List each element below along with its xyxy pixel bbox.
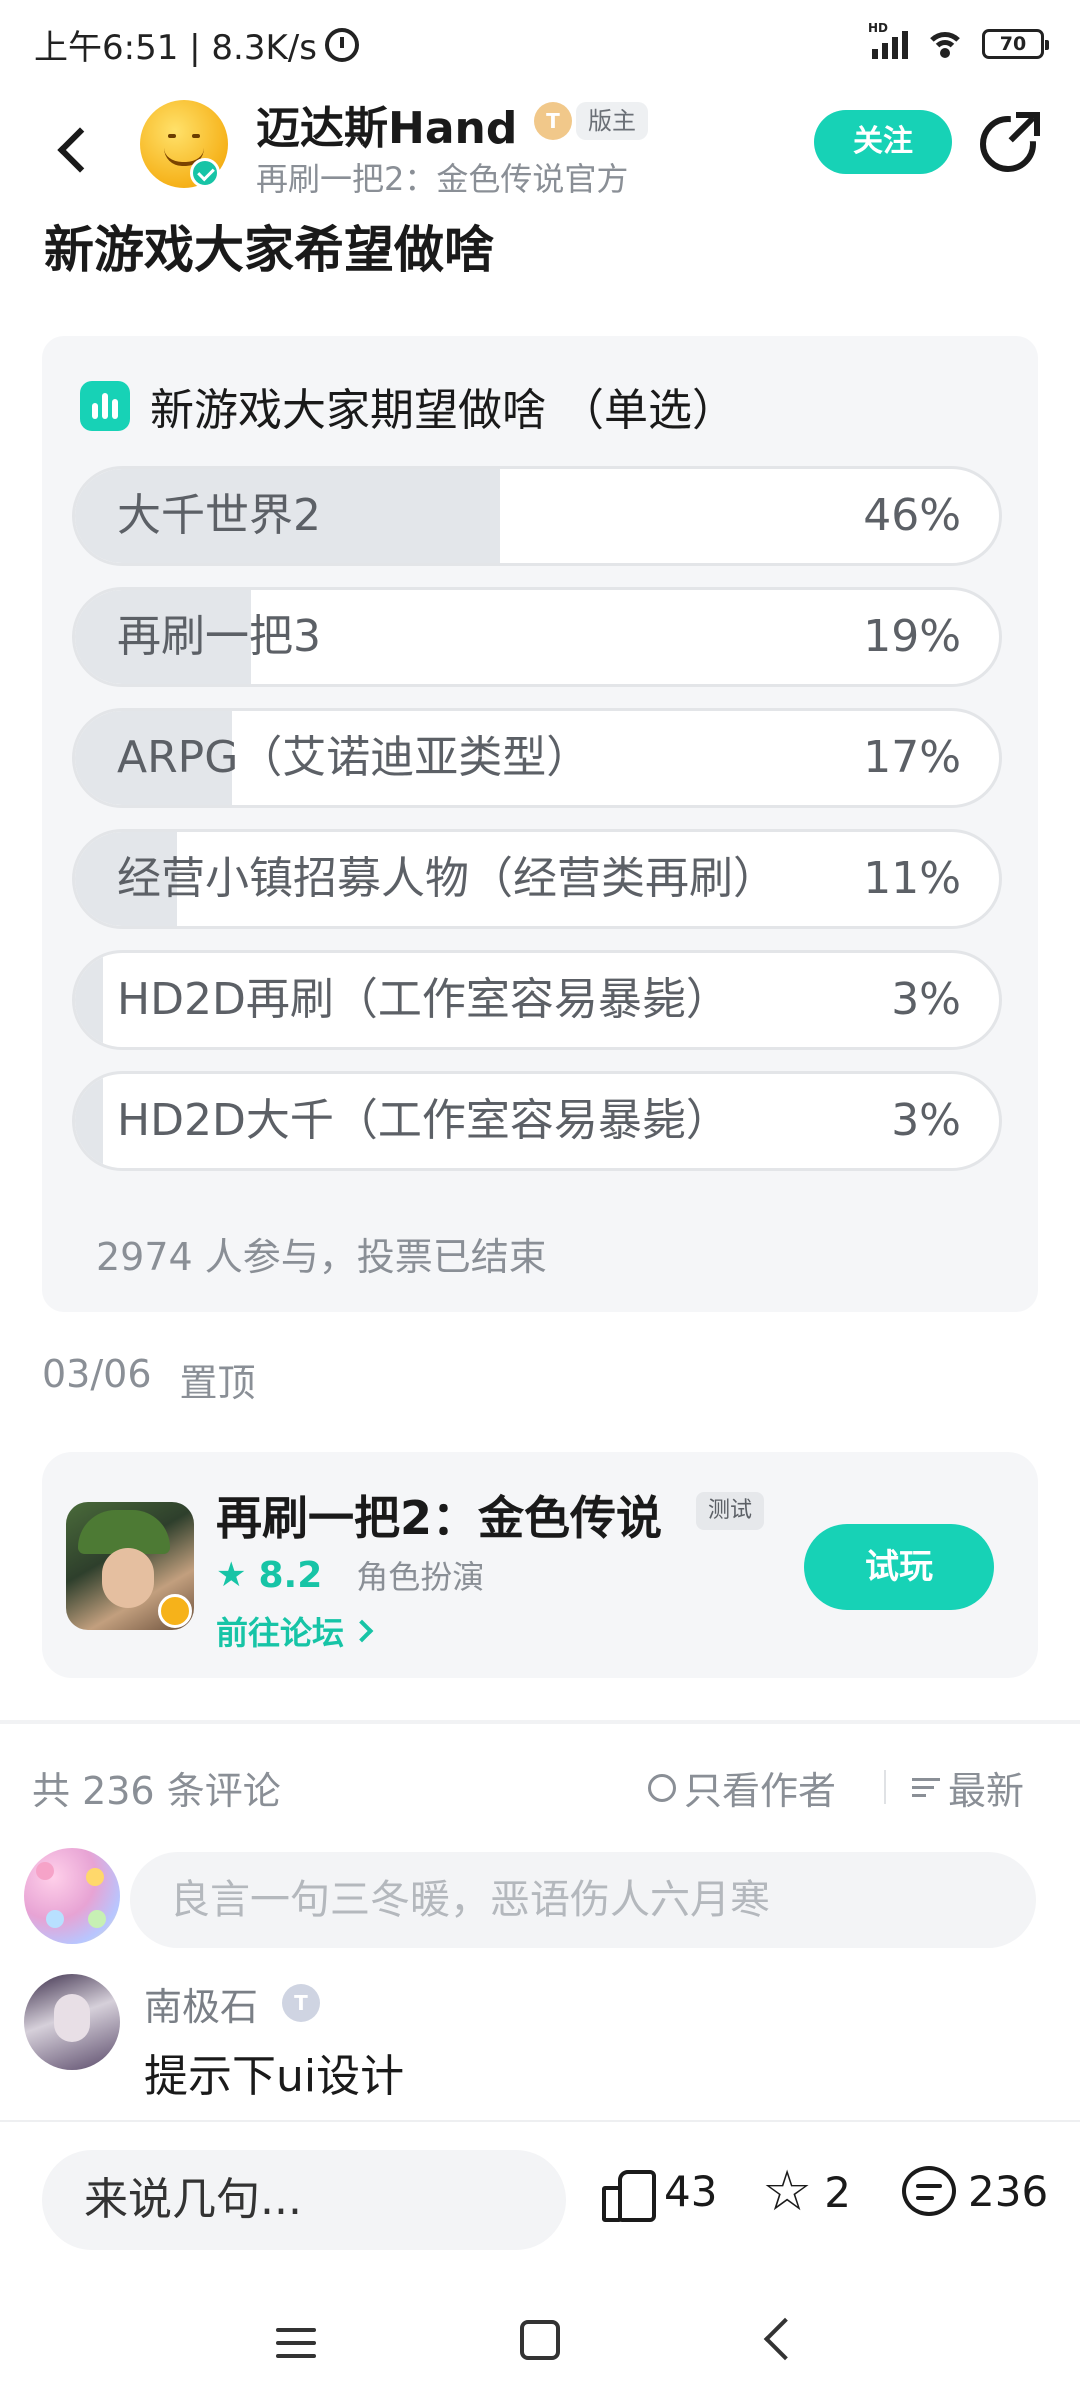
game-rating: ★ 8.2 角色扮演 [216, 1552, 484, 1598]
poll-option[interactable]: HD2D再刷（工作室容易暴毙） 3% [72, 950, 1002, 1050]
poll-option-label: 大千世界2 [117, 490, 321, 541]
wifi-icon [924, 28, 966, 60]
status-right: HD 70 [868, 21, 1049, 60]
status-time-speed: 上午6:51 | 8.3K/s [34, 28, 317, 68]
star-icon: ★ [216, 1555, 247, 1595]
sort-icon [912, 1776, 940, 1800]
like-button[interactable]: 43 [600, 2166, 718, 2222]
back-button[interactable] [46, 118, 106, 178]
comment-text: 提示下ui设计 [144, 2051, 405, 2102]
alarm-icon [324, 27, 359, 62]
post-meta: 03/06 置顶 [42, 1352, 256, 1407]
poll-option[interactable]: ARPG（艾诺迪亚类型） 17% [72, 708, 1002, 808]
like-icon [600, 2166, 656, 2222]
commenter-avatar-face [54, 1994, 90, 2042]
moderator-badge: 版主 [576, 102, 648, 140]
post-title: 新游戏大家希望做啥 [44, 221, 494, 279]
star-outline-icon: ☆ [762, 2159, 813, 2224]
game-name[interactable]: 再刷一把2：金色传说 [216, 1482, 662, 1548]
game-icon[interactable] [66, 1502, 194, 1630]
game-card[interactable]: 再刷一把2：金色传说 测试 ★ 8.2 角色扮演 前往论坛 试玩 [42, 1452, 1038, 1678]
poll-option-label: HD2D再刷（工作室容易暴毙） [117, 974, 730, 1025]
nav-home-icon[interactable] [520, 2320, 560, 2360]
poll-option-fill [75, 1074, 103, 1168]
poll-option[interactable]: HD2D大千（工作室容易暴毙） 3% [72, 1071, 1002, 1171]
reply-input[interactable]: 来说几句... [42, 2150, 566, 2250]
pinned-label: 置顶 [179, 1361, 256, 1405]
nav-back-icon[interactable] [763, 2317, 807, 2361]
sort-latest[interactable]: 最新 [912, 1760, 1024, 1815]
avatar-eye-left [168, 134, 176, 138]
poll-option[interactable]: 大千世界2 46% [72, 466, 1002, 566]
signal-icon: HD [868, 21, 908, 59]
poll-option-percent: 11% [863, 853, 961, 904]
share-arrow-icon [1004, 110, 1040, 144]
forum-link[interactable]: 前往论坛 [216, 1608, 374, 1654]
favorite-count: 2 [824, 2167, 851, 2217]
chevron-right-icon [350, 1619, 374, 1643]
poll-option-label: 再刷一把3 [117, 611, 321, 662]
post-header: 迈达斯Hand T 版主 再刷一把2：金色传说官方 关注 [0, 92, 1080, 212]
game-genre: 角色扮演 [356, 1558, 485, 1596]
avatar-eye-right [192, 134, 200, 138]
play-button[interactable]: 试玩 [804, 1524, 994, 1610]
filter-author-only[interactable]: 只看作者 [648, 1760, 836, 1815]
poll-option-label: 经营小镇招募人物（经营类再刷） [117, 853, 777, 904]
comment-input[interactable]: 良言一句三冬暖，恶语伤人六月寒 [130, 1852, 1036, 1948]
signal-hd-label: HD [868, 21, 889, 35]
post-date: 03/06 [42, 1352, 152, 1396]
section-divider [0, 1720, 1080, 1724]
verified-icon [190, 158, 220, 188]
nav-menu-icon[interactable] [276, 2328, 316, 2358]
like-count: 43 [664, 2166, 718, 2216]
author-level-badge: T [534, 102, 572, 140]
poll-footer: 2974 人参与，投票已结束 [96, 1235, 547, 1279]
bottom-action-bar: 来说几句... 43 ☆ 2 236 [0, 2120, 1080, 2286]
favorite-button[interactable]: ☆ 2 [762, 2159, 851, 2224]
game-icon-face [102, 1548, 154, 1608]
battery-icon: 70 [982, 29, 1049, 59]
poll-option-label: ARPG（艾诺迪亚类型） [117, 732, 591, 783]
status-left: 上午6:51 | 8.3K/s [34, 20, 359, 69]
commenter-name[interactable]: 南极石 [144, 1976, 258, 2031]
poll-option-fill [75, 953, 103, 1047]
rating-value: 8.2 [258, 1554, 323, 1596]
poll-chart-icon [80, 381, 130, 431]
system-nav-bar [0, 2286, 1080, 2401]
sort-latest-label: 最新 [948, 1769, 1025, 1813]
poll-option-percent: 3% [891, 1095, 961, 1146]
poll-option-percent: 19% [863, 611, 961, 662]
poll-title: 新游戏大家期望做啥 （单选） [150, 385, 736, 436]
filter-author-label: 只看作者 [684, 1769, 837, 1813]
poll-option-percent: 3% [891, 974, 961, 1025]
filter-divider [884, 1770, 886, 1804]
game-icon-mini-badge [158, 1594, 192, 1628]
poll-option[interactable]: 再刷一把3 19% [72, 587, 1002, 687]
author-subtitle: 再刷一把2：金色传说官方 [256, 160, 629, 198]
poll-option[interactable]: 经营小镇招募人物（经营类再刷） 11% [72, 829, 1002, 929]
comment-button[interactable]: 236 [902, 2166, 1048, 2216]
comment-count: 236 [968, 2166, 1049, 2216]
comment-icon [902, 2166, 956, 2216]
game-test-tag: 测试 [696, 1492, 765, 1530]
forum-link-label: 前往论坛 [216, 1614, 345, 1652]
poll-option-percent: 17% [863, 732, 961, 783]
radio-circle-icon [648, 1773, 676, 1802]
author-name[interactable]: 迈达斯Hand [256, 92, 517, 156]
follow-button[interactable]: 关注 [814, 110, 952, 174]
commenter-avatar[interactable] [24, 1974, 120, 2070]
status-bar: 上午6:51 | 8.3K/s HD 70 [0, 0, 1080, 92]
comments-count: 共 236 条评论 [32, 1769, 281, 1813]
poll-header: 新游戏大家期望做啥 （单选） [80, 374, 736, 438]
poll-option-percent: 46% [863, 490, 961, 541]
my-avatar [24, 1848, 120, 1944]
poll-card: 新游戏大家期望做啥 （单选） 大千世界2 46% 再刷一把3 19% ARPG（… [42, 336, 1038, 1312]
poll-option-label: HD2D大千（工作室容易暴毙） [117, 1095, 730, 1146]
commenter-level-badge: T [282, 1984, 320, 2022]
